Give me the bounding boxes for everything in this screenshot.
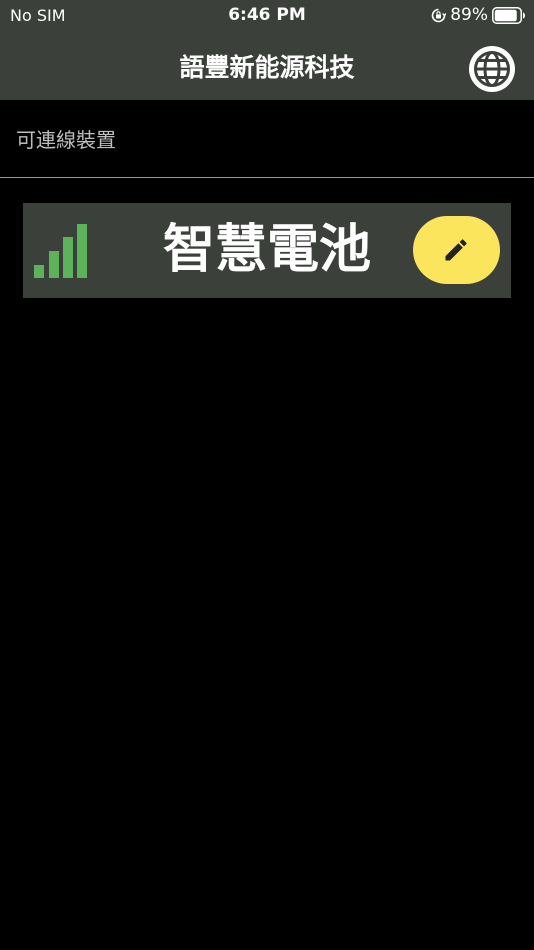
nav-bar: 語豐新能源科技 xyxy=(0,30,534,100)
status-right: 89% xyxy=(431,5,526,25)
status-bar: No SIM 6:46 PM 89% xyxy=(0,0,534,30)
device-card[interactable]: 智慧電池 xyxy=(23,203,511,298)
edit-button[interactable] xyxy=(413,216,500,284)
globe-icon[interactable] xyxy=(467,44,517,94)
battery-percent: 89% xyxy=(450,5,488,25)
divider xyxy=(0,177,534,178)
section-title: 可連線裝置 xyxy=(16,128,116,152)
rotation-lock-icon xyxy=(431,8,447,22)
pencil-icon xyxy=(445,239,467,261)
page-title: 語豐新能源科技 xyxy=(179,53,355,82)
battery-icon xyxy=(492,6,525,24)
